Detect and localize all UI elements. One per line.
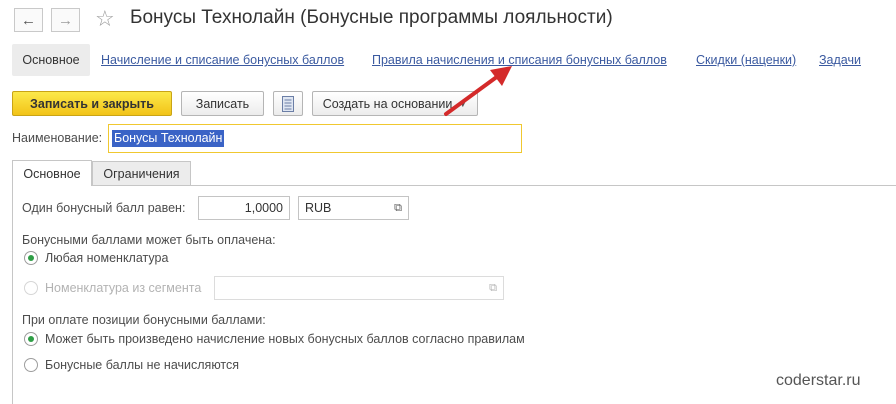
- currency-text: RUB: [305, 201, 332, 215]
- radio-no-accrual[interactable]: [24, 358, 38, 372]
- watermark: coderstar.ru: [776, 372, 861, 389]
- radio-segment-nomenclature[interactable]: [24, 281, 38, 295]
- arrow-right-icon: →: [58, 11, 73, 29]
- nav-link-accruals[interactable]: Начисление и списание бонусных баллов: [101, 53, 344, 67]
- name-label: Наименование:: [12, 131, 103, 145]
- window-title: Бонусы Технолайн (Бонусные программы лоя…: [130, 7, 613, 28]
- annotation-arrow-icon: [444, 66, 512, 116]
- report-button[interactable]: [273, 91, 303, 116]
- name-input-value: Бонусы Технолайн: [112, 130, 225, 147]
- segment-input[interactable]: ⧉: [214, 276, 504, 300]
- point-value-text: 1,0000: [244, 201, 283, 215]
- name-input[interactable]: Бонусы Технолайн: [108, 124, 522, 153]
- radio-accrue-new-points[interactable]: [24, 332, 38, 346]
- nav-tab-main[interactable]: Основное: [12, 44, 90, 76]
- point-value-label: Один бонусный балл равен:: [22, 201, 186, 215]
- save-label: Записать: [195, 96, 250, 111]
- payable-label: Бонусными баллами может быть оплачена:: [22, 233, 276, 247]
- nav-link-discounts[interactable]: Скидки (наценки): [696, 53, 796, 67]
- tabs-divider: [12, 185, 896, 186]
- nav-tab-main-label: Основное: [22, 53, 80, 67]
- save-and-close-button[interactable]: Записать и закрыть: [12, 91, 172, 116]
- radio-any-nomenclature[interactable]: [24, 251, 38, 265]
- open-form-icon[interactable]: ⧉: [485, 280, 501, 296]
- tab-restrictions[interactable]: Ограничения: [92, 161, 191, 185]
- option-no-accrue-label: Бонусные баллы не начисляются: [45, 358, 240, 372]
- tab-restrictions-label: Ограничения: [103, 166, 180, 181]
- option-accrue-label: Может быть произведено начисление новых …: [45, 332, 525, 346]
- on-payment-label: При оплате позиции бонусными баллами:: [22, 313, 266, 327]
- arrow-left-icon: ←: [21, 11, 36, 29]
- save-and-close-label: Записать и закрыть: [30, 96, 154, 111]
- currency-field[interactable]: RUB ⧉: [298, 196, 409, 220]
- option-segment-label: Номенклатура из сегмента: [45, 281, 202, 295]
- tabs-panel-border: [12, 185, 13, 404]
- open-form-icon[interactable]: ⧉: [390, 200, 406, 216]
- option-any-label: Любая номенклатура: [45, 251, 169, 265]
- create-based-on-label: Создать на основании: [322, 96, 453, 111]
- point-value-input[interactable]: 1,0000: [198, 196, 290, 220]
- tab-main-label: Основное: [23, 166, 81, 181]
- favorite-star-icon[interactable]: ☆: [95, 6, 115, 32]
- document-list-icon: [282, 95, 294, 112]
- forward-button[interactable]: →: [51, 8, 80, 32]
- tab-main[interactable]: Основное: [12, 160, 92, 186]
- back-button[interactable]: ←: [14, 8, 43, 32]
- nav-link-tasks[interactable]: Задачи: [819, 53, 861, 67]
- save-button[interactable]: Записать: [181, 91, 264, 116]
